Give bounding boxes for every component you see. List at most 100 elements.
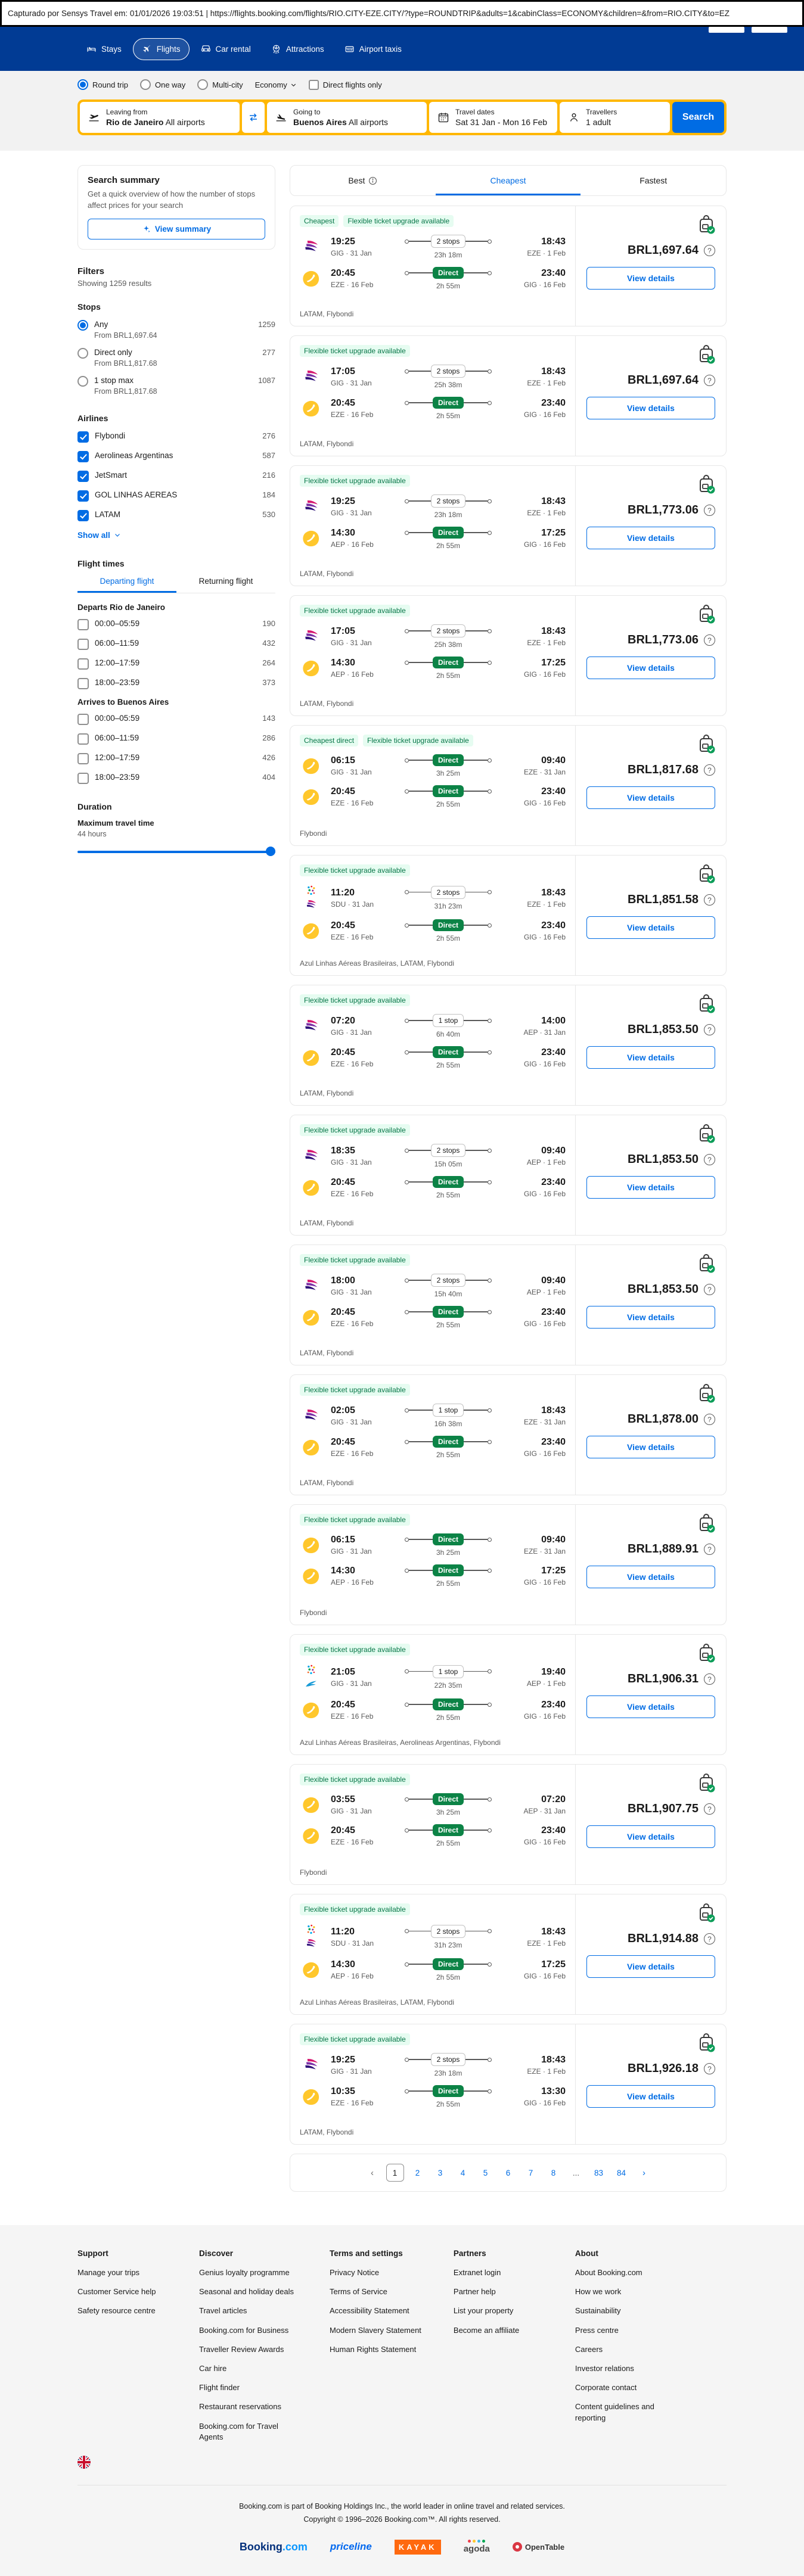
view-details-button[interactable]: View details: [586, 1306, 715, 1329]
view-details-button[interactable]: View details: [586, 1436, 715, 1458]
footer-link[interactable]: Manage your trips: [77, 2267, 167, 2278]
time-slot-12-00-17-59[interactable]: 12:00–17:59 264: [77, 658, 275, 670]
view-details-button[interactable]: View details: [586, 916, 715, 939]
header-mini-box[interactable]: [709, 27, 744, 33]
pagination-page-1[interactable]: 1: [386, 2164, 404, 2182]
nav-pill-flights[interactable]: Flights: [132, 38, 190, 60]
footer-link[interactable]: Partner help: [454, 2286, 543, 2297]
footer-link[interactable]: List your property: [454, 2306, 543, 2316]
view-details-button[interactable]: View details: [586, 527, 715, 549]
price-info-icon[interactable]: ?: [704, 1673, 715, 1685]
footer-link[interactable]: Press centre: [575, 2325, 673, 2336]
footer-link[interactable]: Genius loyalty programme: [199, 2267, 297, 2278]
view-details-button[interactable]: View details: [586, 657, 715, 679]
price-info-icon[interactable]: ?: [704, 1933, 715, 1945]
time-slot-00-00-05-59[interactable]: 00:00–05:59 190: [77, 618, 275, 630]
pagination-page-6[interactable]: 6: [499, 2164, 517, 2182]
price-info-icon[interactable]: ?: [704, 1414, 715, 1425]
price-info-icon[interactable]: ?: [704, 1024, 715, 1035]
view-details-button[interactable]: View details: [586, 1176, 715, 1199]
footer-link[interactable]: Booking.com for Travel Agents: [199, 2421, 297, 2443]
footer-link[interactable]: Content guidelines and reporting: [575, 2401, 673, 2423]
nav-pill-car-rental[interactable]: Car rental: [192, 38, 260, 60]
price-info-icon[interactable]: ?: [704, 1154, 715, 1165]
pagination-page-84[interactable]: 84: [613, 2164, 631, 2182]
sort-tab-best[interactable]: Best: [290, 166, 436, 195]
pagination-page-3[interactable]: 3: [432, 2164, 449, 2182]
pagination-page-8[interactable]: 8: [545, 2164, 563, 2182]
priceline-logo[interactable]: priceline: [330, 2541, 372, 2553]
price-info-icon[interactable]: ?: [704, 1284, 715, 1295]
view-details-button[interactable]: View details: [586, 786, 715, 809]
trip-type-one-way[interactable]: One way: [139, 79, 185, 90]
footer-link[interactable]: Restaurant reservations: [199, 2401, 297, 2412]
price-info-icon[interactable]: ?: [704, 1803, 715, 1815]
pagination-page-2[interactable]: 2: [409, 2164, 427, 2182]
nav-pill-airport-taxis[interactable]: TAXI Airport taxis: [336, 38, 411, 60]
footer-link[interactable]: Traveller Review Awards: [199, 2344, 297, 2355]
swap-airports-button[interactable]: [242, 102, 265, 133]
kayak-logo[interactable]: KAYAK: [394, 2539, 441, 2555]
price-info-icon[interactable]: ?: [704, 894, 715, 906]
trip-type-multi-city[interactable]: Multi-city: [197, 79, 243, 90]
time-slot-18-00-23-59[interactable]: 18:00–23:59 404: [77, 772, 275, 784]
show-all-airlines-link[interactable]: Show all: [77, 531, 121, 540]
pagination-page-5[interactable]: 5: [477, 2164, 495, 2182]
search-button[interactable]: Search: [672, 102, 724, 133]
direct-flights-only-checkbox[interactable]: Direct flights only: [308, 79, 382, 90]
price-info-icon[interactable]: ?: [704, 1544, 715, 1555]
duration-slider[interactable]: [77, 846, 275, 856]
view-details-button[interactable]: View details: [586, 267, 715, 290]
pagination-page-4[interactable]: 4: [454, 2164, 472, 2182]
footer-link[interactable]: Booking.com for Business: [199, 2325, 297, 2336]
footer-link[interactable]: Seasonal and holiday deals: [199, 2286, 297, 2297]
nav-pill-attractions[interactable]: Attractions: [262, 38, 333, 60]
footer-link[interactable]: About Booking.com: [575, 2267, 673, 2278]
trip-type-round-trip[interactable]: Round trip: [77, 79, 128, 90]
header-mini-box[interactable]: [752, 27, 787, 33]
footer-link[interactable]: Privacy Notice: [330, 2267, 421, 2278]
footer-link[interactable]: Careers: [575, 2344, 673, 2355]
footer-link[interactable]: Accessibility Statement: [330, 2306, 421, 2316]
view-details-button[interactable]: View details: [586, 1695, 715, 1718]
stops-option-1-stop-max[interactable]: 1 stop max From BRL1,817.68 1087: [77, 375, 275, 396]
agoda-logo[interactable]: agoda: [464, 2540, 490, 2554]
footer-link[interactable]: Human Rights Statement: [330, 2344, 421, 2355]
time-slot-12-00-17-59[interactable]: 12:00–17:59 426: [77, 752, 275, 764]
price-info-icon[interactable]: ?: [704, 2063, 715, 2074]
airline-filter-latam[interactable]: LATAM 530: [77, 509, 275, 521]
price-info-icon[interactable]: ?: [704, 375, 715, 386]
stops-option-any[interactable]: Any From BRL1,697.64 1259: [77, 319, 275, 340]
leaving-from-field[interactable]: Leaving from Rio de Janeiro All airports: [80, 102, 240, 133]
footer-link[interactable]: Extranet login: [454, 2267, 543, 2278]
footer-link[interactable]: Modern Slavery Statement: [330, 2325, 421, 2336]
footer-link[interactable]: Become an affiliate: [454, 2325, 543, 2336]
view-details-button[interactable]: View details: [586, 1825, 715, 1848]
sort-tab-cheapest[interactable]: Cheapest: [436, 166, 581, 195]
view-details-button[interactable]: View details: [586, 1566, 715, 1588]
pagination-page-83[interactable]: 83: [590, 2164, 608, 2182]
view-details-button[interactable]: View details: [586, 1955, 715, 1978]
airline-filter-gol-linhas-aereas[interactable]: GOL LINHAS AEREAS 184: [77, 490, 275, 502]
view-summary-button[interactable]: View summary: [88, 218, 265, 239]
price-info-icon[interactable]: ?: [704, 245, 715, 256]
footer-link[interactable]: Customer Service help: [77, 2286, 167, 2297]
duration-slider-handle[interactable]: [266, 846, 275, 856]
footer-link[interactable]: Sustainability: [575, 2306, 673, 2316]
time-slot-00-00-05-59[interactable]: 00:00–05:59 143: [77, 713, 275, 725]
footer-link[interactable]: Investor relations: [575, 2363, 673, 2374]
going-to-field[interactable]: Going to Buenos Aires All airports: [267, 102, 427, 133]
airline-filter-aerolineas-argentinas[interactable]: Aerolineas Argentinas 587: [77, 450, 275, 462]
travellers-field[interactable]: Travellers 1 adult: [560, 102, 670, 133]
pagination-next[interactable]: ›: [635, 2164, 653, 2182]
view-details-button[interactable]: View details: [586, 1046, 715, 1069]
price-info-icon[interactable]: ?: [704, 505, 715, 516]
sort-tab-fastest[interactable]: Fastest: [581, 166, 726, 195]
nav-pill-stays[interactable]: Stays: [77, 38, 131, 60]
footer-link[interactable]: Car hire: [199, 2363, 297, 2374]
tab-departing-flight[interactable]: Departing flight: [77, 571, 176, 593]
tab-returning-flight[interactable]: Returning flight: [176, 571, 275, 593]
time-slot-06-00-11-59[interactable]: 06:00–11:59 286: [77, 733, 275, 745]
pagination-prev[interactable]: ‹: [364, 2164, 381, 2182]
language-selector[interactable]: [77, 2455, 727, 2472]
